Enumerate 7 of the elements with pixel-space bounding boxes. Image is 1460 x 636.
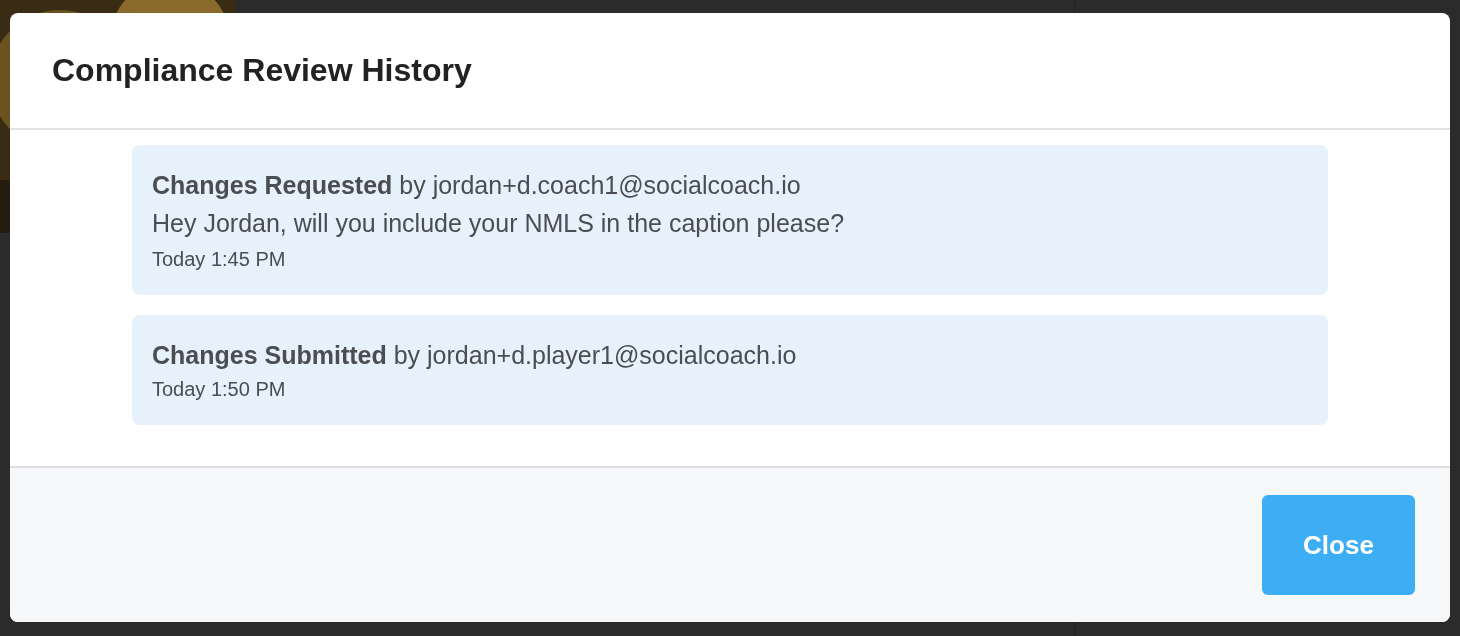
entry-message: Hey Jordan, will you include your NMLS in the caption please? [152, 208, 846, 239]
dialog-title: Compliance Review History [52, 52, 472, 89]
entry-heading: Changes Requested by jordan+d.coach1@socialcoach.io [152, 170, 802, 201]
entry-time: Today 1:50 PM [152, 377, 287, 402]
close-button[interactable]: Close [1262, 495, 1415, 595]
entry-time: Today 1:45 PM [152, 247, 287, 272]
entry-heading: Changes Submitted by jordan+d.player1@socialcoach.io [152, 340, 798, 371]
